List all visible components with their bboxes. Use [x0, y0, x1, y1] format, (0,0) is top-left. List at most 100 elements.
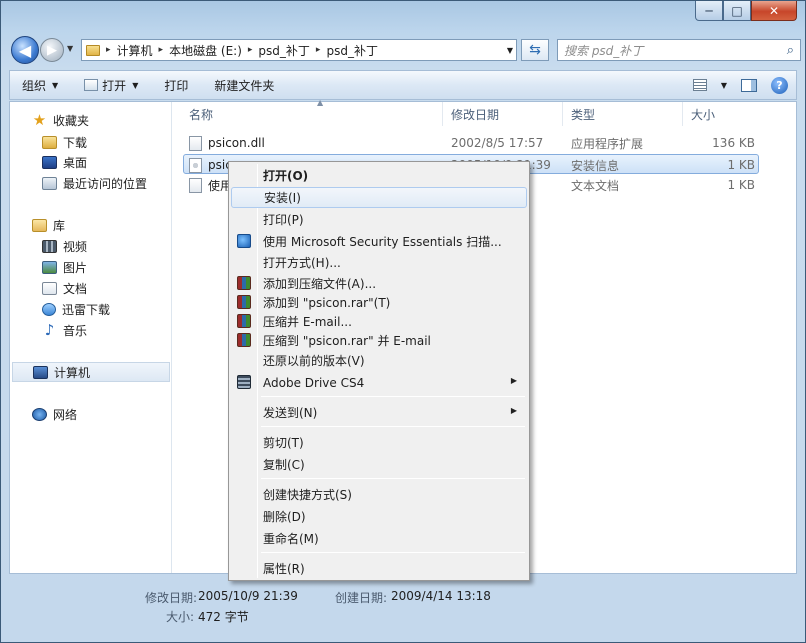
modified-date-value: 2005/10/9 21:39 [198, 589, 298, 603]
open-button[interactable]: 打开 ▼ [72, 71, 152, 99]
breadcrumb-computer[interactable]: 计算机 [117, 42, 153, 59]
size-label: 大小: [166, 610, 195, 624]
maximize-button[interactable]: □ [723, 1, 751, 21]
nav-computer[interactable]: 计算机 [12, 362, 170, 382]
refresh-icon: ⇆ [529, 42, 541, 58]
column-header: 名称 ▲ 修改日期 类型 大小 [173, 98, 796, 126]
menu-adobe-drive[interactable]: Adobe Drive CS4 ▶ [231, 372, 527, 393]
open-label: 打开 [102, 78, 127, 93]
breadcrumb-subfolder[interactable]: psd_补丁 [326, 42, 378, 59]
close-button[interactable]: ✕ [751, 1, 797, 21]
minimize-button[interactable]: ─ [695, 1, 723, 21]
nav-network[interactable]: 网络 [32, 404, 192, 424]
organize-button[interactable]: 组织 ▼ [10, 71, 72, 99]
menu-shortcut-label: 创建快捷方式(S) [263, 488, 352, 502]
desktop-icon [42, 155, 57, 169]
address-bar[interactable]: ▸ 计算机 ▸ 本地磁盘 (E:) ▸ psd_补丁 ▸ psd_补丁 [81, 39, 517, 61]
created-date-label: 创建日期: [335, 591, 388, 605]
menu-delete[interactable]: 删除(D) [231, 506, 527, 527]
menu-open[interactable]: 打开(O) [231, 165, 527, 186]
column-name[interactable]: 名称 ▲ [181, 98, 443, 126]
menu-copy[interactable]: 复制(C) [231, 454, 527, 475]
forward-button[interactable]: ▶ [40, 38, 64, 62]
star-icon: ★ [32, 111, 47, 129]
recent-places-icon [42, 176, 57, 190]
winrar-icon [237, 295, 251, 309]
menu-rename[interactable]: 重命名(M) [231, 528, 527, 549]
nav-libraries[interactable]: 库 [32, 215, 192, 235]
search-box[interactable]: 搜索 psd_补丁 ⌕ [557, 39, 801, 61]
breadcrumb-separator[interactable]: ▸ [316, 45, 321, 55]
menu-add-to-archive[interactable]: 添加到压缩文件(A)... [231, 273, 527, 294]
modified-date-label: 修改日期: [145, 591, 198, 605]
open-icon [84, 79, 99, 91]
new-folder-label: 新建文件夹 [214, 78, 275, 93]
breadcrumb-folder[interactable]: psd_补丁 [258, 42, 310, 59]
forward-arrow-icon: ▶ [47, 42, 57, 58]
video-icon [42, 239, 57, 253]
preview-pane-icon[interactable] [741, 78, 757, 92]
print-label: 打印 [164, 78, 189, 93]
new-folder-button[interactable]: 新建文件夹 [202, 71, 288, 99]
menu-separator [261, 478, 525, 479]
menu-cut[interactable]: 剪切(T) [231, 432, 527, 453]
nav-desktop-label: 桌面 [63, 155, 88, 170]
menu-add-to-rar[interactable]: 添加到 "psicon.rar"(T) [231, 292, 527, 313]
menu-open-with[interactable]: 打开方式(H)... [231, 252, 527, 273]
created-date-value: 2009/4/14 13:18 [391, 589, 491, 603]
column-size-label: 大小 [691, 107, 716, 122]
menu-cut-label: 剪切(T) [263, 436, 304, 450]
menu-open-with-label: 打开方式(H)... [263, 256, 341, 270]
chevron-down-icon[interactable]: ▼ [721, 81, 727, 90]
nav-music-label: 音乐 [63, 323, 88, 338]
nav-favorites[interactable]: ★ 收藏夹 [32, 110, 192, 130]
command-bar: 组织 ▼ 打开 ▼ 打印 新建文件夹 ▼ ? [9, 70, 797, 100]
recent-pages-dropdown[interactable]: ▼ [67, 44, 73, 53]
file-name: psicon.dll [208, 136, 265, 150]
context-menu: 打开(O) 安装(I) 打印(P) 使用 Microsoft Security … [228, 161, 530, 581]
menu-install[interactable]: 安装(I) [231, 187, 527, 208]
dll-file-icon [189, 135, 202, 151]
menu-add-archive-label: 添加到压缩文件(A)... [263, 277, 377, 291]
view-options-icon[interactable] [692, 79, 707, 91]
breadcrumb-drive[interactable]: 本地磁盘 (E:) [169, 42, 242, 59]
chevron-down-icon: ▼ [52, 80, 59, 90]
search-icon[interactable]: ⌕ [787, 43, 794, 58]
address-history-dropdown[interactable]: ▼ [503, 39, 517, 61]
submenu-arrow-icon: ▶ [510, 406, 517, 415]
address-row: ◀ ▶ ▼ ▸ 计算机 ▸ 本地磁盘 (E:) ▸ psd_补丁 ▸ psd_补… [11, 35, 801, 65]
menu-send-to[interactable]: 发送到(N) ▶ [231, 402, 527, 423]
breadcrumb-separator[interactable]: ▸ [106, 45, 111, 55]
nav-favorites-label: 收藏夹 [53, 113, 90, 128]
print-button[interactable]: 打印 [152, 71, 202, 99]
library-icon [32, 218, 47, 232]
column-date[interactable]: 修改日期 [443, 102, 563, 126]
menu-restore-versions[interactable]: 还原以前的版本(V) [231, 350, 527, 371]
refresh-button[interactable]: ⇆ [521, 39, 549, 61]
column-type-label: 类型 [571, 107, 596, 122]
menu-open-label: 打开(O) [263, 169, 309, 183]
caption-buttons: ─ □ ✕ [695, 1, 797, 23]
menu-separator [261, 552, 525, 553]
submenu-arrow-icon: ▶ [510, 376, 517, 385]
adobe-drive-icon [237, 375, 251, 389]
winrar-icon [237, 276, 251, 290]
breadcrumb-separator[interactable]: ▸ [248, 45, 253, 55]
column-type[interactable]: 类型 [563, 102, 683, 126]
breadcrumb-separator[interactable]: ▸ [159, 45, 164, 55]
menu-compress-rar-email[interactable]: 压缩到 "psicon.rar" 并 E-mail [231, 330, 527, 351]
back-button[interactable]: ◀ [11, 36, 39, 64]
menu-print[interactable]: 打印(P) [231, 209, 527, 230]
column-name-label: 名称 [189, 107, 214, 122]
menu-create-shortcut[interactable]: 创建快捷方式(S) [231, 484, 527, 505]
menu-mse-scan[interactable]: 使用 Microsoft Security Essentials 扫描... [231, 231, 527, 252]
pictures-icon [42, 260, 57, 274]
help-icon[interactable]: ? [771, 76, 788, 94]
menu-mse-scan-label: 使用 Microsoft Security Essentials 扫描... [263, 235, 502, 249]
nav-recent-label: 最近访问的位置 [63, 176, 148, 191]
menu-compress-email[interactable]: 压缩并 E-mail... [231, 311, 527, 332]
menu-properties[interactable]: 属性(R) [231, 558, 527, 579]
file-row[interactable]: psicon.dll 2002/8/5 17:57 应用程序扩展 136 KB [183, 133, 759, 153]
column-size[interactable]: 大小 [683, 102, 763, 126]
downloads-folder-icon [42, 135, 57, 149]
